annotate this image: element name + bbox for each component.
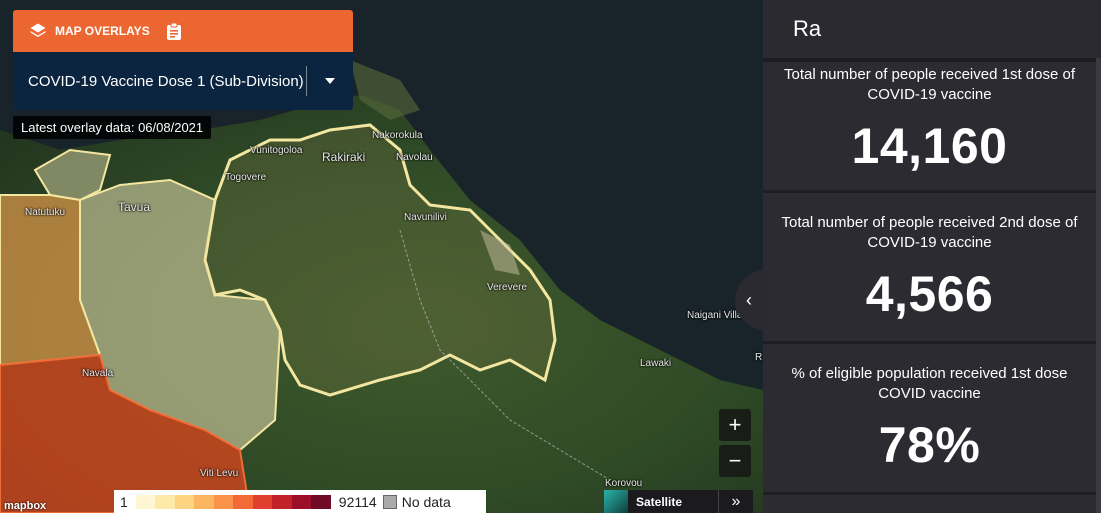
legend-swatch (213, 494, 234, 509)
stat-label: Total number of people received 1st dose… (783, 66, 1075, 103)
dropdown-arrow-icon[interactable] (307, 52, 353, 110)
map-overlays-panel: MAP OVERLAYS COVID-19 Vaccine Dose 1 (Su… (13, 10, 353, 110)
double-chevron-right-icon: » (731, 492, 741, 510)
map-overlays-label: MAP OVERLAYS (55, 24, 150, 38)
layers-icon (29, 22, 47, 40)
place-label: Lawaki (640, 358, 672, 369)
legend-swatch (233, 494, 253, 509)
expand-button[interactable]: » (718, 490, 753, 513)
zoom-in-button[interactable]: + (719, 409, 751, 441)
place-label: Togovere (225, 172, 267, 183)
side-panel: Ra Total number of people received 1st d… (763, 0, 1101, 513)
stat-card: Total number of people received 1st dose… (763, 62, 1096, 190)
place-label: Nakorokula (372, 130, 423, 141)
legend-swatch (174, 494, 195, 509)
stat-value: 4,566 (865, 266, 994, 322)
zoom-out-button[interactable]: − (719, 445, 751, 477)
place-label: Vunitogoloa (250, 145, 303, 156)
mapbox-attribution: mapbox (4, 500, 47, 512)
place-label: Tavua (118, 200, 151, 214)
stat-value: 78% (878, 417, 981, 473)
legend-min: 1 (120, 493, 128, 510)
panel-scrollbar[interactable] (1096, 58, 1101, 513)
clipboard-icon[interactable] (166, 22, 184, 40)
stat-card: % of eligible population received 1st do… (763, 344, 1096, 492)
map-legend: 1 92114 No data (114, 490, 486, 513)
basemap-label: Satellite (636, 494, 683, 509)
legend-swatch (155, 494, 175, 509)
place-label: Navunilivi (404, 212, 447, 223)
place-label: Navala (82, 368, 114, 379)
map-view[interactable]: Nakorokula Vunitogoloa Rakiraki Navolau … (0, 0, 763, 513)
legend-swatch (252, 494, 273, 509)
place-label: Verevere (487, 282, 528, 293)
latest-overlay-date: Latest overlay data: 06/08/2021 (13, 116, 212, 139)
place-label: Navolau (396, 152, 433, 163)
place-label: Korovou (605, 478, 643, 489)
place-label: Viti Levu (200, 468, 239, 479)
stat-label: % of eligible population received 1st do… (791, 365, 1068, 402)
place-label: R (755, 352, 763, 363)
place-label: Natutuku (25, 207, 66, 218)
legend-swatch (291, 494, 312, 509)
map-overlays-header[interactable]: MAP OVERLAYS (13, 10, 353, 52)
overlay-selected-value: COVID-19 Vaccine Dose 1 (Sub-Division) (28, 72, 304, 90)
legend-swatch (135, 494, 156, 509)
chevron-left-icon: ‹ (746, 289, 752, 310)
legend-swatch (311, 494, 331, 509)
legend-no-data: No data (401, 493, 451, 510)
basemap-toggle[interactable]: Satellite (604, 490, 718, 513)
panel-title: Ra (763, 0, 1101, 58)
no-data-swatch (382, 494, 397, 509)
legend-swatch (272, 494, 292, 509)
stat-value: 14,160 (851, 118, 1008, 174)
stat-card (763, 495, 1096, 513)
satellite-thumbnail (604, 490, 628, 513)
overlay-select[interactable]: COVID-19 Vaccine Dose 1 (Sub-Division) (13, 52, 353, 110)
legend-max: 92114 (338, 493, 377, 510)
mapbox-logo[interactable]: mapbox (4, 500, 46, 512)
legend-swatch (194, 494, 214, 509)
stat-card: Total number of people received 2nd dose… (763, 193, 1096, 341)
place-label: Rakiraki (322, 150, 366, 164)
stat-label: Total number of people received 2nd dose… (781, 214, 1078, 251)
